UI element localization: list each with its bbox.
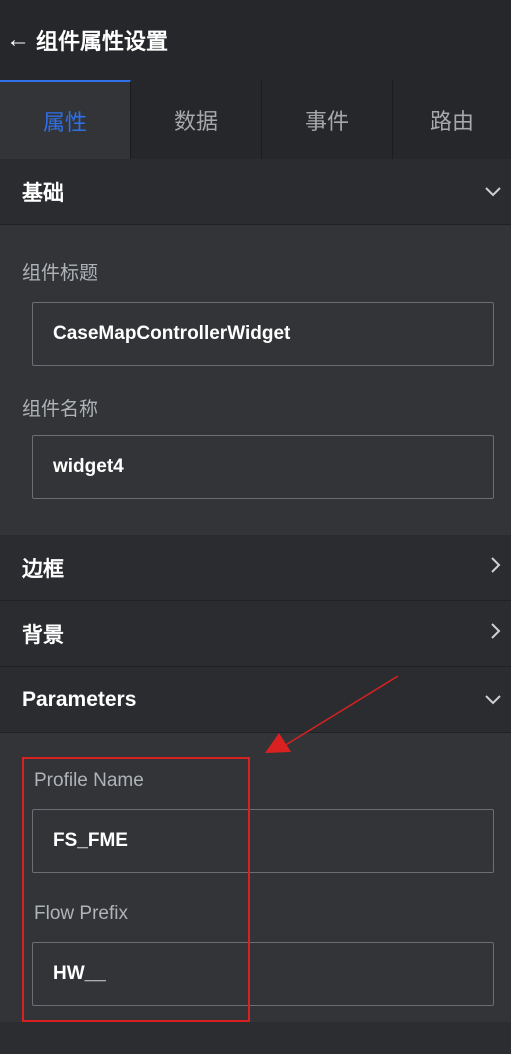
annotation-arrow	[265, 675, 399, 753]
bottom-strip	[0, 1022, 511, 1054]
